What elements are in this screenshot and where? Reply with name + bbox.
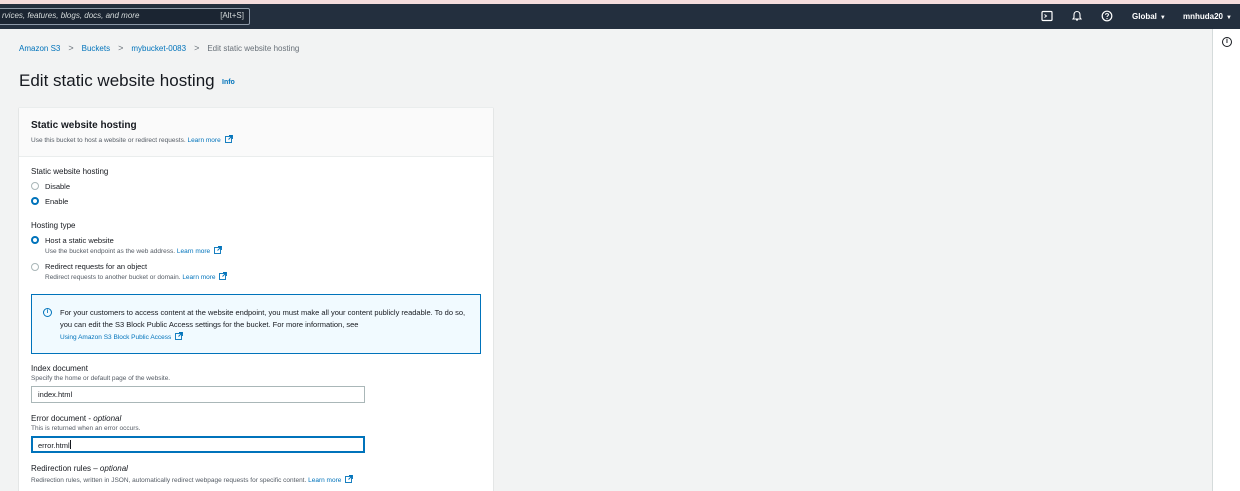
breadcrumb-item-buckets[interactable]: Buckets <box>82 44 110 53</box>
host-static-desc-text: Use the bucket endpoint as the web addre… <box>45 248 176 255</box>
redirect-label-text: Redirection rules – <box>31 464 100 473</box>
radio-enable[interactable] <box>31 197 39 205</box>
page-title: Edit static website hosting <box>19 71 215 90</box>
radio-host-static-label: Host a static website <box>45 236 114 245</box>
breadcrumb-current: Edit static website hosting <box>207 43 300 53</box>
account-menu[interactable]: mnhuda20 ▼ <box>1183 12 1232 21</box>
info-alert: i For your customers to access content a… <box>31 294 481 354</box>
hosting-type-label: Hosting type <box>31 221 76 230</box>
index-document-value: index.html <box>38 390 73 399</box>
breadcrumb-item-s3[interactable]: Amazon S3 <box>19 44 60 53</box>
breadcrumb: Amazon S3 > Buckets > mybucket-0083 > Ed… <box>19 43 299 53</box>
error-label-text: Error document - <box>31 414 94 423</box>
panel-description: Use this bucket to host a website or red… <box>31 135 233 144</box>
panel-header: Static website hosting Use this bucket t… <box>19 108 493 157</box>
error-document-label: Error document - optional <box>31 414 121 423</box>
error-document-input[interactable]: error.html <box>31 436 365 453</box>
redirect-optional-text: optional <box>99 464 128 473</box>
error-optional-text: optional <box>93 414 122 423</box>
bell-icon[interactable] <box>1070 10 1083 23</box>
block-public-access-link[interactable]: Using Amazon S3 Block Public Access <box>60 334 171 341</box>
info-icon: i <box>43 308 52 317</box>
external-link-icon <box>219 272 228 280</box>
account-label: mnhuda20 <box>1183 12 1224 21</box>
redirect-desc-text: Redirection rules, written in JSON, auto… <box>31 477 307 484</box>
cloudshell-icon[interactable] <box>1040 10 1053 23</box>
chevron-right-icon: > <box>194 43 200 53</box>
top-navbar: rvices, features, blogs, docs, and more … <box>0 4 1240 29</box>
radio-redirect-desc: Redirect requests to another bucket or d… <box>45 272 228 281</box>
caret-down-icon: ▼ <box>1159 15 1166 21</box>
radio-disable[interactable] <box>31 182 39 190</box>
error-document-value: error.html <box>38 441 70 450</box>
hosting-label: Static website hosting <box>31 167 109 176</box>
alert-link-wrap: Using Amazon S3 Block Public Access <box>60 332 184 341</box>
radio-enable-label: Enable <box>45 197 69 206</box>
search-input[interactable]: rvices, features, blogs, docs, and more … <box>0 8 250 25</box>
index-document-desc: Specify the home or default page of the … <box>31 375 171 382</box>
alert-text: For your customers to access content at … <box>60 308 466 329</box>
learn-more-link[interactable]: Learn more <box>177 248 210 255</box>
radio-redirect[interactable] <box>31 263 39 271</box>
radio-redirect-label: Redirect requests for an object <box>45 262 148 271</box>
info-link[interactable]: Info <box>222 79 235 86</box>
help-icon[interactable] <box>1100 10 1113 23</box>
breadcrumb-item-bucket[interactable]: mybucket-0083 <box>131 44 186 53</box>
panel-description-text: Use this bucket to host a website or red… <box>31 137 186 144</box>
learn-more-link[interactable]: Learn more <box>187 137 220 144</box>
text-cursor <box>69 440 71 449</box>
radio-host-static[interactable] <box>31 236 39 244</box>
external-link-icon <box>175 332 184 340</box>
index-document-input[interactable]: index.html <box>31 386 365 403</box>
search-placeholder: rvices, features, blogs, docs, and more <box>2 11 140 20</box>
chevron-right-icon: > <box>118 43 124 53</box>
index-document-label: Index document <box>31 364 88 373</box>
radio-host-static-desc: Use the bucket endpoint as the web addre… <box>45 246 222 255</box>
region-label: Global <box>1132 12 1157 21</box>
learn-more-link[interactable]: Learn more <box>182 274 215 281</box>
error-document-desc: This is returned when an error occurs. <box>31 425 141 432</box>
external-link-icon <box>224 135 233 143</box>
static-hosting-panel: Static website hosting Use this bucket t… <box>19 107 493 491</box>
search-shortcut: [Alt+S] <box>220 11 244 20</box>
right-tools-rail: i <box>1212 29 1240 491</box>
redirection-rules-desc: Redirection rules, written in JSON, auto… <box>31 475 354 484</box>
redirection-rules-label: Redirection rules – optional <box>31 464 128 473</box>
panel-title: Static website hosting <box>31 120 137 131</box>
external-link-icon <box>345 475 354 483</box>
radio-disable-label: Disable <box>45 182 71 191</box>
info-panel-icon[interactable]: i <box>1222 37 1232 47</box>
redirect-desc-text: Redirect requests to another bucket or d… <box>45 274 181 281</box>
region-menu[interactable]: Global ▼ <box>1132 12 1166 21</box>
caret-down-icon: ▼ <box>1226 15 1232 21</box>
chevron-right-icon: > <box>68 43 74 53</box>
external-link-icon <box>214 246 222 254</box>
learn-more-link[interactable]: Learn more <box>308 477 341 484</box>
